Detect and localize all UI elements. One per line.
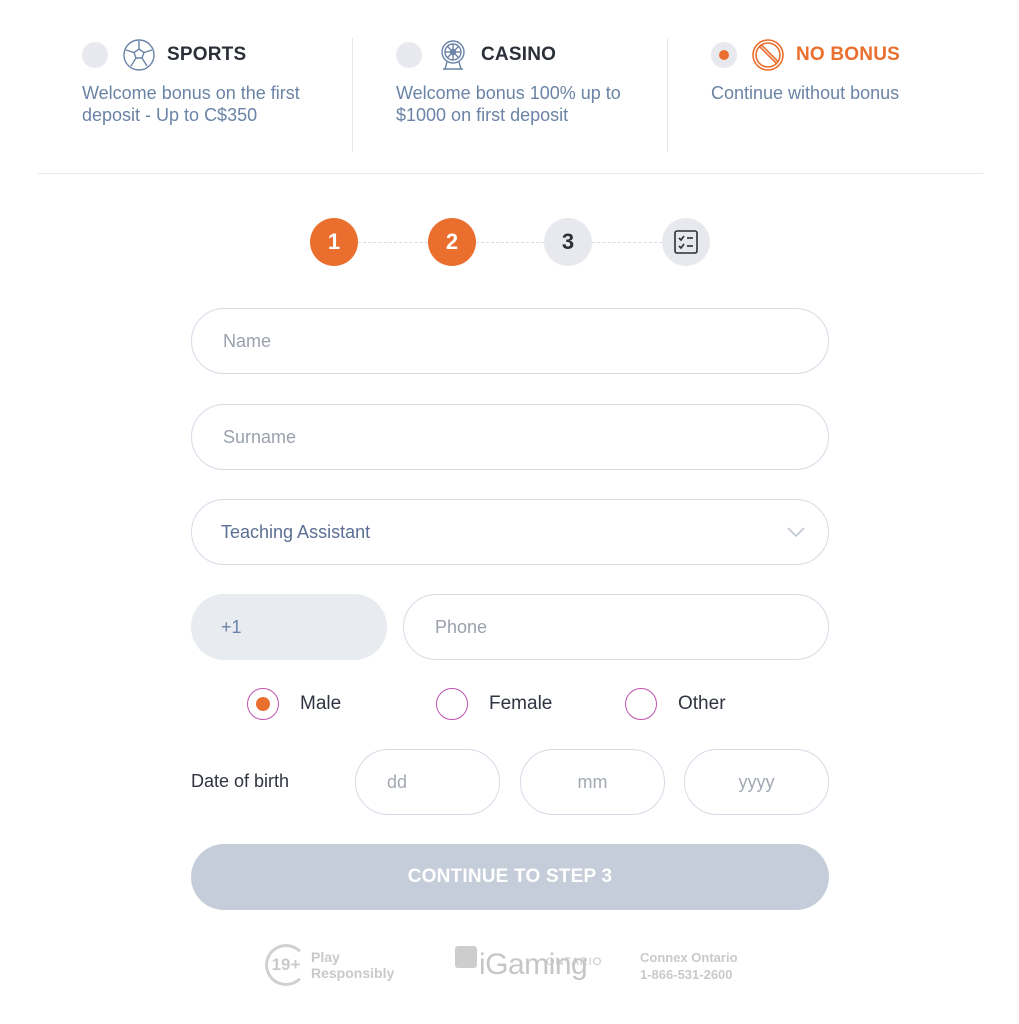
bonus-radio-sports[interactable]	[82, 42, 108, 68]
play-line-2: Responsibly	[311, 965, 395, 981]
bonus-desc-sports: Welcome bonus on the first deposit - Up …	[82, 83, 300, 125]
play-line-1: Play	[311, 949, 340, 965]
connex-ontario-logo: Connex Ontario 1-866-531-2600	[640, 949, 738, 983]
dob-day-input[interactable]	[356, 771, 499, 793]
radio-selected-indicator	[719, 50, 729, 60]
gender-radio-male[interactable]	[247, 688, 279, 720]
step-connector	[592, 242, 662, 243]
step-connector	[476, 242, 544, 243]
gender-radio-female[interactable]	[436, 688, 468, 720]
dob-year-input[interactable]	[685, 771, 828, 793]
igaming-ontario-logo: iGaming ONTARIO	[455, 942, 615, 988]
bonus-option-casino[interactable]: CASINO Welcome bonus 100% up to $1000 on…	[396, 38, 636, 126]
fortune-wheel-icon	[436, 38, 470, 72]
step-connector	[358, 242, 428, 243]
connex-line-1: Connex Ontario	[640, 950, 738, 965]
gender-label-other: Other	[678, 693, 726, 714]
gender-radio-other[interactable]	[625, 688, 657, 720]
soccer-ball-icon	[122, 38, 156, 72]
bonus-title-no-bonus: NO BONUS	[796, 44, 900, 65]
checklist-icon	[674, 230, 698, 254]
divider	[667, 38, 668, 152]
bonus-option-sports[interactable]: SPORTS Welcome bonus on the first deposi…	[82, 38, 322, 126]
gender-option-other[interactable]: Other	[625, 688, 726, 720]
dob-label: Date of birth	[191, 771, 290, 791]
name-field[interactable]	[191, 308, 829, 374]
surname-input[interactable]	[223, 426, 828, 448]
gender-label-female: Female	[489, 693, 553, 714]
radio-selected-indicator	[256, 697, 270, 711]
continue-button[interactable]: CONTINUE TO STEP 3	[191, 844, 829, 910]
gender-option-male[interactable]: Male	[247, 688, 341, 720]
footer-logos: 19+ Play Responsibly iGaming ONTARIO Con…	[0, 940, 1019, 990]
step-2: 2	[428, 218, 476, 266]
bonus-option-no-bonus[interactable]: NO BONUS Continue without bonus	[711, 38, 971, 104]
phone-input[interactable]	[435, 616, 828, 638]
phone-field[interactable]	[403, 594, 829, 660]
name-input[interactable]	[223, 330, 828, 352]
gender-label-male: Male	[300, 693, 342, 714]
step-review	[662, 218, 710, 266]
chevron-down-icon	[787, 527, 805, 538]
step-3: 3	[544, 218, 592, 266]
registration-stepper: 1 2 3	[310, 218, 710, 266]
bonus-radio-no-bonus[interactable]	[711, 42, 737, 68]
dob-month-input[interactable]	[521, 771, 664, 793]
prohibited-icon	[751, 38, 785, 72]
dob-month-field[interactable]	[520, 749, 665, 815]
divider	[352, 38, 353, 152]
occupation-select[interactable]: Teaching Assistant	[191, 499, 829, 565]
bonus-desc-no-bonus: Continue without bonus	[711, 83, 900, 103]
dob-day-field[interactable]	[355, 749, 500, 815]
surname-field[interactable]	[191, 404, 829, 470]
occupation-selected-value: Teaching Assistant	[221, 521, 371, 542]
connex-line-2: 1-866-531-2600	[640, 967, 733, 982]
age-badge: 19+	[265, 944, 307, 986]
dice-icon	[455, 946, 477, 968]
bonus-title-sports: SPORTS	[167, 44, 247, 65]
bonus-title-casino: CASINO	[481, 44, 557, 65]
bonus-selector: SPORTS Welcome bonus on the first deposi…	[38, 0, 983, 174]
dob-year-field[interactable]	[684, 749, 829, 815]
gender-option-female[interactable]: Female	[436, 688, 552, 720]
phone-prefix[interactable]: +1	[191, 594, 387, 660]
igaming-sub: ONTARIO	[546, 956, 603, 968]
bonus-radio-casino[interactable]	[396, 42, 422, 68]
step-1: 1	[310, 218, 358, 266]
play-responsibly-logo: 19+ Play Responsibly	[265, 944, 394, 986]
bonus-desc-casino: Welcome bonus 100% up to $1000 on first …	[396, 83, 621, 125]
